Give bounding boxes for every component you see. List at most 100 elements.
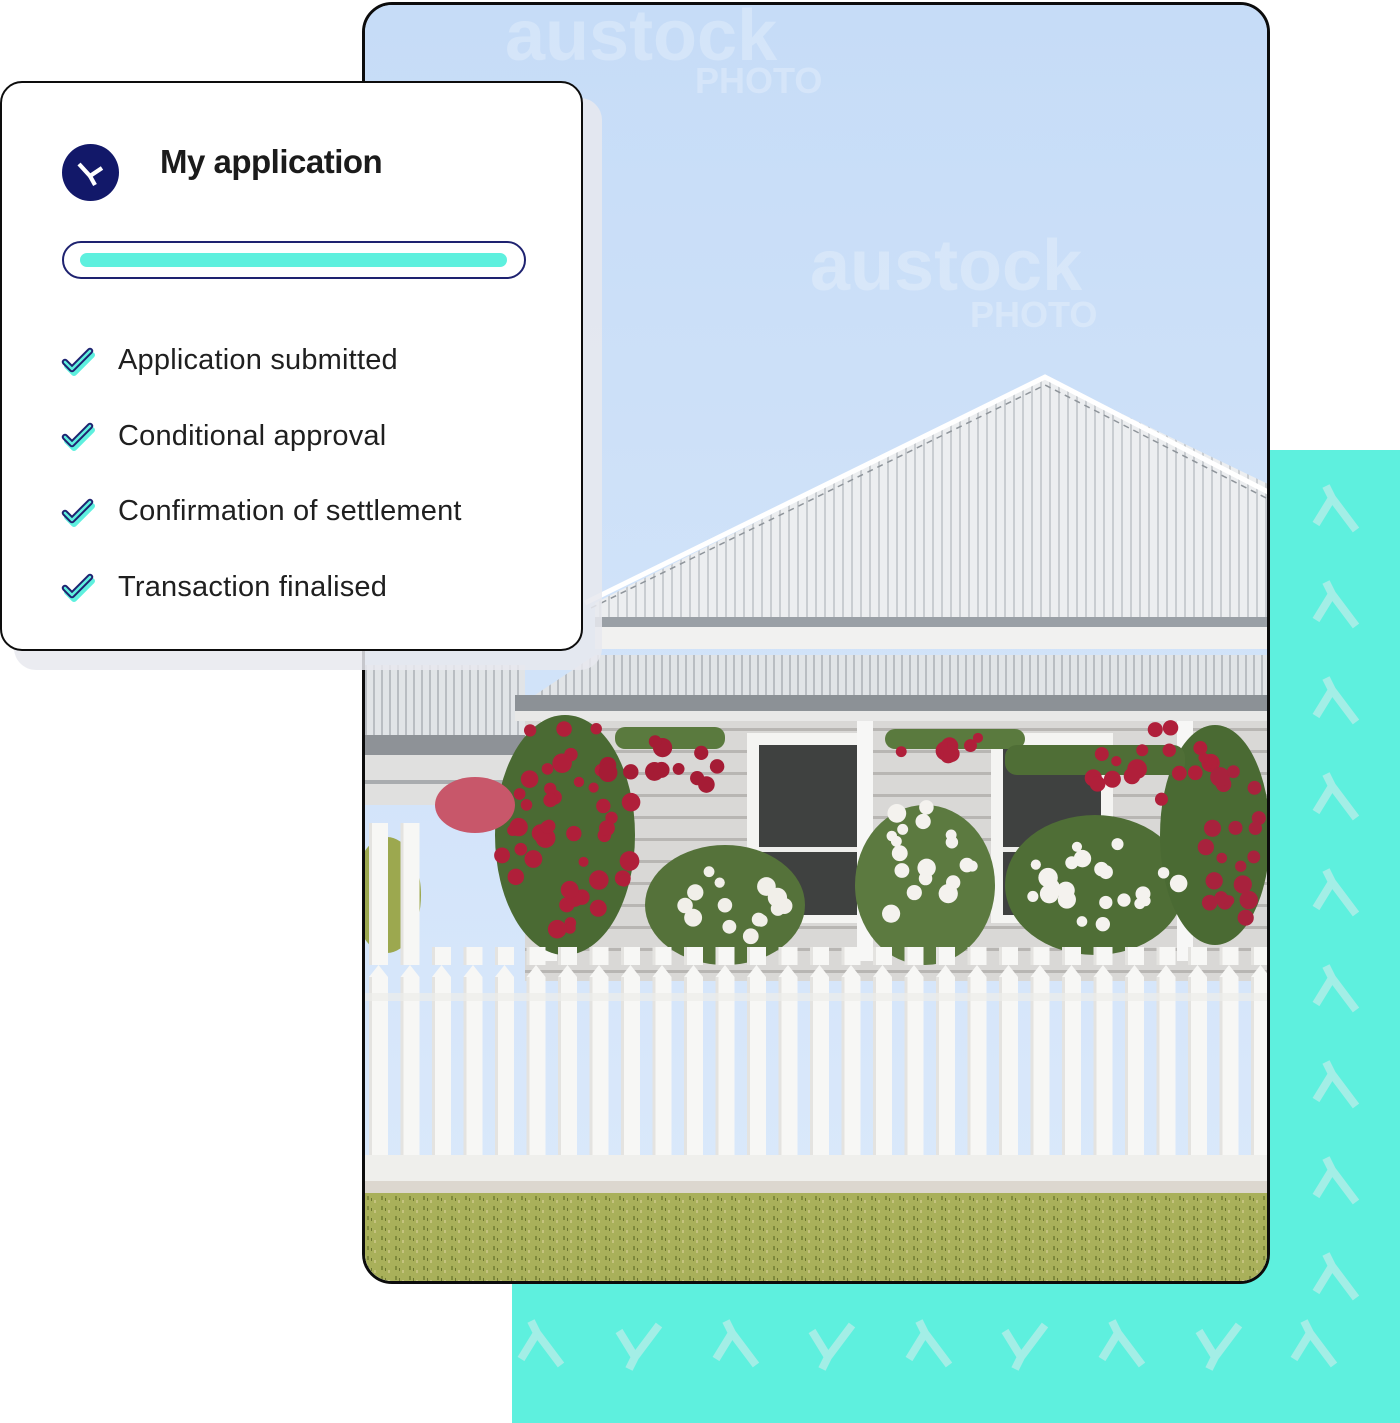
pattern-glyph bbox=[1312, 1060, 1360, 1109]
rose-flower bbox=[1117, 893, 1131, 907]
pattern-glyph bbox=[1312, 484, 1360, 533]
rose-flower bbox=[917, 858, 936, 878]
rose-flower bbox=[1094, 747, 1109, 762]
rose-flower bbox=[507, 868, 525, 886]
pattern-glyph bbox=[615, 1322, 663, 1371]
step-label: Application submitted bbox=[118, 344, 398, 377]
rose-flower bbox=[897, 823, 909, 835]
rose-flower bbox=[717, 897, 733, 913]
pattern-glyph bbox=[1312, 580, 1360, 629]
pattern-glyph bbox=[1312, 964, 1360, 1013]
pattern-glyph bbox=[1195, 1322, 1243, 1371]
rose-flower bbox=[547, 919, 567, 939]
rose-flower bbox=[589, 870, 609, 890]
rose-flower bbox=[1201, 894, 1218, 911]
rose-flower bbox=[1247, 850, 1261, 864]
rose-flower bbox=[556, 721, 572, 737]
rose-flower bbox=[1056, 881, 1075, 900]
rose-flower bbox=[1248, 821, 1262, 835]
rose-flower bbox=[1247, 780, 1262, 795]
rose-flower bbox=[1228, 820, 1243, 835]
rose-flower bbox=[703, 866, 715, 878]
check-icon bbox=[60, 572, 96, 603]
rose-flower bbox=[1098, 865, 1113, 880]
rose-flower bbox=[573, 776, 585, 788]
rose-flower bbox=[1203, 819, 1222, 837]
rose-flower bbox=[552, 753, 572, 774]
rose-flower bbox=[1099, 895, 1113, 910]
pattern-glyph bbox=[1312, 1252, 1360, 1301]
rose-flower bbox=[1237, 909, 1254, 926]
pattern-glyph bbox=[1312, 676, 1360, 725]
rose-flower bbox=[895, 746, 907, 758]
rose-flower bbox=[722, 919, 737, 934]
rose-flower bbox=[919, 800, 934, 815]
rose-flower bbox=[543, 793, 558, 808]
pattern-glyph bbox=[1312, 1156, 1360, 1205]
rose-flower bbox=[520, 799, 533, 811]
rose-flower bbox=[1089, 775, 1106, 792]
rose-flower bbox=[1103, 770, 1121, 788]
rose-flower bbox=[915, 813, 931, 830]
rose-flower bbox=[623, 764, 639, 780]
rose-flower bbox=[714, 877, 725, 888]
rose-flower bbox=[882, 904, 901, 923]
pattern-glyph bbox=[712, 1319, 760, 1368]
pattern-glyph bbox=[808, 1322, 856, 1371]
svg-text:PHOTO: PHOTO bbox=[970, 294, 1097, 335]
rose-flower bbox=[619, 851, 640, 871]
rose-flower bbox=[964, 739, 977, 753]
rose-flower bbox=[687, 884, 704, 901]
rose-flower bbox=[1030, 859, 1041, 870]
application-progress-bar bbox=[62, 241, 526, 279]
rose-flower bbox=[560, 880, 579, 899]
rose-flower bbox=[886, 830, 898, 842]
rose-flower bbox=[540, 820, 555, 835]
rose-flower bbox=[1193, 741, 1208, 756]
application-steps-list: Application submitted Conditional approv… bbox=[60, 323, 462, 625]
rose-flower bbox=[1235, 860, 1247, 872]
rose-flower bbox=[1162, 720, 1179, 736]
rose-flower bbox=[694, 745, 709, 760]
rose-flower bbox=[589, 899, 607, 917]
rose-flower bbox=[1136, 744, 1149, 757]
rose-flower bbox=[742, 928, 759, 945]
step-item: Application submitted bbox=[60, 323, 462, 399]
rose-flower bbox=[1227, 765, 1240, 779]
rose-flower bbox=[621, 792, 641, 812]
svg-text:PHOTO: PHOTO bbox=[695, 60, 822, 101]
rose-flower bbox=[494, 847, 511, 864]
rose-flower bbox=[698, 776, 715, 793]
rose-flower bbox=[1123, 767, 1141, 785]
rose-flower bbox=[946, 875, 961, 890]
rose-flower bbox=[524, 850, 543, 868]
pattern-glyph bbox=[517, 1319, 565, 1368]
rose-flower bbox=[544, 782, 557, 795]
application-card: My application Application submitted Con… bbox=[0, 81, 583, 651]
rose-flower bbox=[1239, 890, 1259, 910]
step-item: Transaction finalised bbox=[60, 550, 462, 626]
rose-flower bbox=[887, 803, 907, 823]
rose-flower bbox=[894, 863, 910, 878]
rose-flower bbox=[1147, 722, 1163, 738]
step-label: Transaction finalised bbox=[118, 570, 388, 603]
rose-flower bbox=[1205, 872, 1223, 890]
rose-flower bbox=[1169, 874, 1188, 893]
rose-flower bbox=[1187, 765, 1203, 781]
rose-flower bbox=[617, 874, 631, 887]
rose-flower bbox=[523, 724, 537, 737]
check-icon bbox=[60, 346, 96, 376]
rose-flower bbox=[966, 860, 978, 872]
rose-flower bbox=[566, 825, 582, 842]
pattern-glyph bbox=[1001, 1322, 1049, 1371]
rose-flower bbox=[1076, 916, 1088, 927]
rose-flower bbox=[1111, 838, 1124, 851]
rose-flower bbox=[648, 735, 662, 748]
rose-flower bbox=[509, 817, 528, 837]
check-icon bbox=[60, 497, 96, 527]
pattern-glyph bbox=[1312, 772, 1360, 821]
rose-flower bbox=[541, 763, 554, 775]
rose-flower bbox=[943, 745, 960, 762]
check-icon bbox=[60, 421, 96, 452]
progress-fill bbox=[80, 253, 507, 267]
